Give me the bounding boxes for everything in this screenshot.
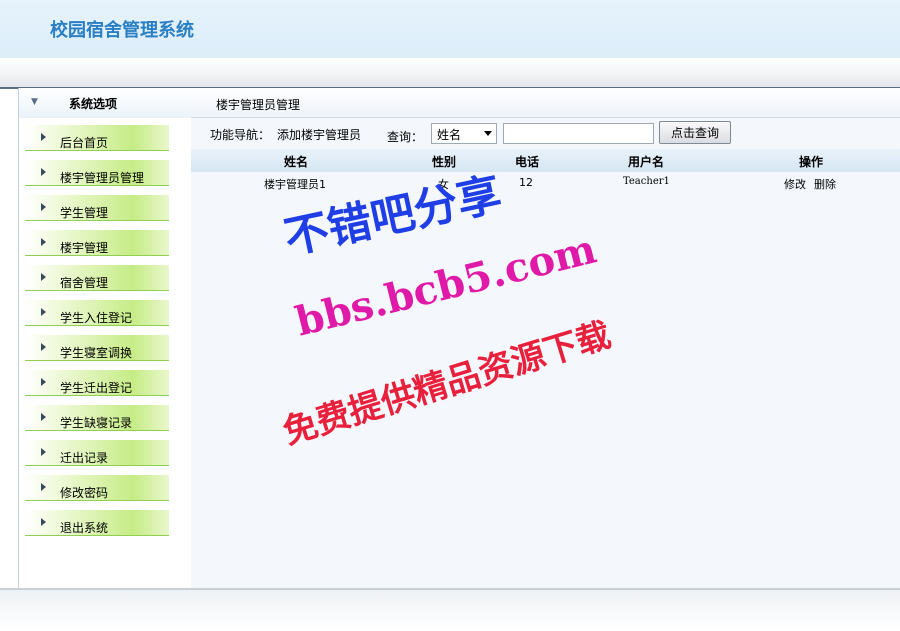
arrow-right-icon	[41, 133, 46, 141]
sidebar-header[interactable]: ▼ 系统选项	[19, 88, 191, 118]
header: 校园宿舍管理系统	[0, 0, 900, 58]
search-input[interactable]	[503, 123, 654, 144]
delete-link[interactable]: 删除	[814, 176, 836, 192]
sidebar-item-label: 退出系统	[60, 521, 109, 535]
sidebar-item-absence[interactable]: 学生缺寝记录	[25, 405, 169, 431]
query-field-value: 姓名	[437, 128, 462, 142]
sidebar-item-logout[interactable]: 退出系统	[25, 510, 169, 536]
arrow-right-icon	[41, 483, 46, 491]
arrow-right-icon	[41, 378, 46, 386]
add-building-admin-link[interactable]: 添加楼宇管理员	[277, 126, 361, 143]
arrow-right-icon	[41, 203, 46, 211]
dropdown-arrow-icon	[484, 131, 492, 136]
sidebar-item-label: 楼宇管理员管理	[60, 171, 145, 185]
column-header-username: 用户名	[628, 155, 665, 169]
search-button[interactable]: 点击查询	[659, 121, 731, 144]
sidebar-item-dorms[interactable]: 宿舍管理	[25, 265, 169, 291]
sidebar: ▼ 系统选项 后台首页 楼宇管理员管理 学生管理 楼宇管理 宿舍管理 学生入住登…	[18, 88, 192, 588]
column-header-phone: 电话	[515, 155, 540, 169]
sidebar-item-label: 楼宇管理	[60, 241, 109, 255]
sidebar-item-label: 学生迁出登记	[60, 381, 133, 395]
sidebar-item-label: 宿舍管理	[60, 276, 109, 290]
footer	[0, 588, 900, 631]
sidebar-item-checkout-records[interactable]: 迁出记录	[25, 440, 169, 466]
chevron-down-icon: ▼	[31, 97, 38, 107]
toolbar: 功能导航： 添加楼宇管理员 查询： 姓名 点击查询	[191, 119, 900, 149]
sidebar-item-building-admin[interactable]: 楼宇管理员管理	[25, 160, 169, 186]
table-row: 楼宇管理员1 女 12 Teacher1 修改 删除	[191, 172, 900, 196]
arrow-right-icon	[41, 343, 46, 351]
column-header-actions: 操作	[799, 155, 824, 169]
sidebar-item-label: 学生寝室调换	[60, 346, 133, 360]
arrow-right-icon	[41, 273, 46, 281]
sidebar-item-checkout[interactable]: 学生迁出登记	[25, 370, 169, 396]
page-title: 楼宇管理员管理	[216, 98, 301, 112]
nav-label: 功能导航：	[210, 128, 271, 142]
arrow-right-icon	[41, 413, 46, 421]
sidebar-header-label: 系统选项	[69, 97, 118, 111]
query-label: 查询：	[387, 130, 424, 144]
sidebar-item-label: 后台首页	[60, 136, 109, 150]
sidebar-item-label: 迁出记录	[60, 451, 109, 465]
cell-username: Teacher1	[623, 176, 670, 187]
edit-link[interactable]: 修改	[784, 176, 806, 192]
sidebar-item-label: 学生管理	[60, 206, 109, 220]
table-header: 姓名 性别 电话 用户名 操作	[191, 149, 900, 172]
arrow-right-icon	[41, 168, 46, 176]
sidebar-item-home[interactable]: 后台首页	[25, 125, 169, 151]
sidebar-item-students[interactable]: 学生管理	[25, 195, 169, 221]
sidebar-item-label: 修改密码	[60, 486, 109, 500]
arrow-right-icon	[41, 308, 46, 316]
arrow-right-icon	[41, 238, 46, 246]
arrow-right-icon	[41, 448, 46, 456]
sidebar-item-change-password[interactable]: 修改密码	[25, 475, 169, 501]
app-title: 校园宿舍管理系统	[50, 20, 194, 41]
page-title-bar: 楼宇管理员管理	[191, 88, 900, 118]
cell-name: 楼宇管理员1	[264, 178, 326, 191]
cell-phone: 12	[519, 176, 533, 189]
admin-table: 姓名 性别 电话 用户名 操作 楼宇管理员1 女 12 Teacher1 修改 …	[191, 149, 900, 196]
sidebar-item-buildings[interactable]: 楼宇管理	[25, 230, 169, 256]
top-bar	[0, 58, 900, 89]
sidebar-item-checkin[interactable]: 学生入住登记	[25, 300, 169, 326]
sidebar-item-label: 学生入住登记	[60, 311, 133, 325]
column-header-name: 姓名	[284, 155, 309, 169]
query-field-select[interactable]: 姓名	[431, 123, 497, 144]
sidebar-item-room-swap[interactable]: 学生寝室调换	[25, 335, 169, 361]
arrow-right-icon	[41, 518, 46, 526]
sidebar-item-label: 学生缺寝记录	[60, 416, 133, 430]
